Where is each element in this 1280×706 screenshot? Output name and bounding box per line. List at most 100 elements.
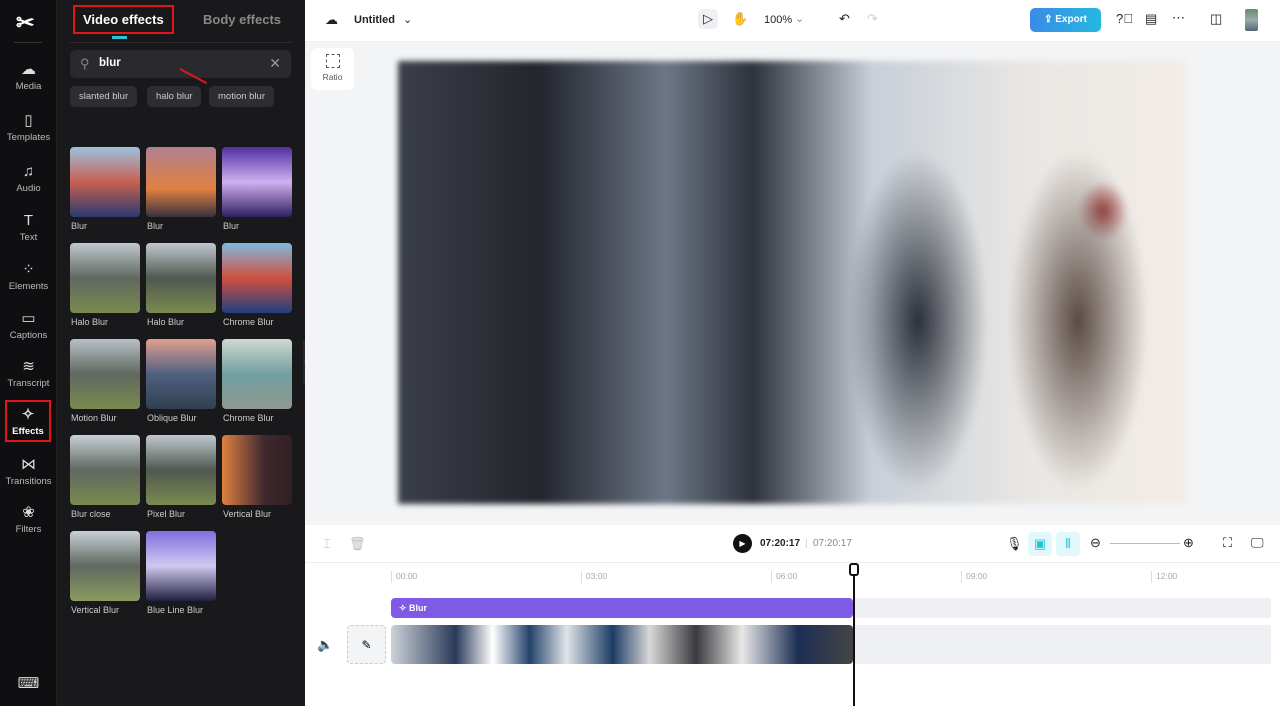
effect-label: Blur (223, 221, 240, 231)
tab-body-effects[interactable]: Body effects (203, 12, 281, 27)
fullscreen-icon[interactable]: ⛶ (1223, 535, 1232, 551)
sidebar-item-transitions[interactable]: ⋈ Transitions (0, 455, 57, 487)
pencil-icon: ✎ (361, 638, 372, 652)
zoom-out-icon[interactable]: ⊖ (1090, 535, 1101, 551)
canvas-area: Ratio (305, 42, 1280, 525)
suggestion-chip[interactable]: slanted blur (70, 86, 138, 107)
sidebar-item-media[interactable]: ☁ Media (0, 60, 57, 92)
effect-card[interactable]: Blur close (70, 435, 140, 519)
sidebar-item-effects[interactable]: ✧ Effects (5, 400, 51, 442)
sidebar-item-audio[interactable]: ♫ Audio (0, 163, 57, 194)
sidebar-item-label: Elements (8, 281, 49, 292)
search-input[interactable]: ⚲ blur ✕ (70, 50, 291, 78)
effect-clip[interactable]: ✧ Blur (391, 598, 853, 618)
effect-card[interactable]: Chrome Blur (222, 339, 292, 423)
sidebar-item-elements[interactable]: ⁘ Elements (0, 260, 57, 292)
tab-video-effects[interactable]: Video effects (73, 5, 174, 34)
effect-card[interactable]: Vertical Blur (70, 531, 140, 615)
effect-card[interactable]: Blur (222, 147, 292, 231)
video-preview[interactable] (398, 61, 1186, 504)
more-icon[interactable]: ⋯ (1172, 10, 1185, 26)
sidebar-item-text[interactable]: T Text (0, 212, 57, 243)
cloud-icon: ☁ (325, 12, 338, 27)
suggestion-chip[interactable]: halo blur (147, 86, 202, 107)
effect-label: Chrome Blur (223, 413, 274, 423)
edit-cover-button[interactable]: ✎ (347, 625, 386, 664)
layout-icon[interactable]: ◫ (1210, 11, 1222, 27)
elements-icon: ⁘ (22, 261, 35, 278)
video-track-bg (853, 625, 1271, 664)
sidebar-item-filters[interactable]: ❀ Filters (0, 503, 57, 535)
effect-label: Vertical Blur (223, 509, 272, 519)
project-title[interactable]: Untitled (354, 14, 395, 26)
delete-icon[interactable]: 🗑 (349, 536, 366, 552)
upload-icon: ⇪ (1044, 14, 1056, 25)
ratio-button[interactable]: Ratio (311, 48, 354, 90)
chevron-down-icon[interactable]: ⌄ (795, 12, 804, 25)
effect-card[interactable]: Halo Blur (70, 243, 140, 327)
effect-card[interactable]: Vertical Blur (222, 435, 292, 519)
effects-panel: Video effects Body effects ⚲ blur ✕ slan… (57, 0, 305, 706)
export-button[interactable]: ⇪ Export (1030, 8, 1101, 32)
sidebar-item-label: Filters (15, 524, 42, 535)
undo-button[interactable]: ↶ (839, 11, 850, 27)
timeline-toolbar: ⌶ 🗑 ▶ 07:20:17 | 07:20:17 🎙 ▣ ⫴ ⊖ ⊕ ⛶ 🖵 (305, 525, 1280, 563)
capcut-logo: ✂ (16, 10, 35, 35)
effect-label: Halo Blur (147, 317, 185, 327)
time-ruler-tick: 09:00 (961, 571, 987, 583)
divider (14, 42, 42, 43)
hand-tool-button[interactable]: ✋ (732, 11, 748, 27)
time-ruler-tick: 00:00 (391, 571, 417, 583)
sidebar-item-label: Text (19, 232, 38, 243)
effect-card[interactable]: Chrome Blur (222, 243, 292, 327)
effect-card[interactable]: Pixel Blur (146, 435, 216, 519)
export-label: Export (1055, 14, 1087, 25)
select-tool-button[interactable]: ▷ (698, 9, 718, 29)
sidebar-item-templates[interactable]: ▯ Templates (0, 111, 57, 143)
zoom-in-icon[interactable]: ⊕ (1183, 535, 1194, 551)
effect-label: Oblique Blur (147, 413, 197, 423)
zoom-level[interactable]: 100% (764, 14, 792, 26)
filters-icon: ❀ (22, 504, 35, 521)
chevron-down-icon[interactable]: ⌄ (403, 13, 412, 26)
sidebar-item-label: Media (15, 81, 42, 92)
video-clip[interactable] (391, 625, 853, 664)
effect-card[interactable]: Blur (146, 147, 216, 231)
link-button[interactable]: ⫴ (1056, 532, 1080, 556)
time-ruler-tick: 03:00 (581, 571, 607, 583)
effect-label: Blue Line Blur (147, 605, 204, 615)
redo-button[interactable]: ↷ (867, 11, 878, 27)
left-rail: ✂ ☁ Media ▯ Templates ♫ Audio T Text ⁘ Elements ▭ C… (0, 0, 57, 706)
sidebar-item-label: Transitions (5, 476, 52, 487)
display-icon[interactable]: 🖵 (1251, 535, 1264, 551)
effect-card[interactable]: Oblique Blur (146, 339, 216, 423)
keyboard-shortcuts-button[interactable]: ⌨ (0, 674, 57, 695)
effect-card[interactable]: Motion Blur (70, 339, 140, 423)
effect-card[interactable]: Blue Line Blur (146, 531, 216, 615)
sidebar-item-captions[interactable]: ▭ Captions (0, 309, 57, 341)
effect-card[interactable]: Halo Blur (146, 243, 216, 327)
transitions-icon: ⋈ (21, 456, 36, 473)
auto-snap-button[interactable]: ▣ (1028, 532, 1052, 556)
playhead-handle[interactable] (849, 563, 859, 576)
effect-label: Vertical Blur (71, 605, 120, 615)
help-icon[interactable]: ?⃝ (1116, 11, 1133, 26)
sidebar-item-transcript[interactable]: ≋ Transcript (0, 357, 57, 389)
sidebar-item-label: Templates (6, 132, 51, 143)
search-value: blur (99, 57, 121, 69)
suggestion-chip[interactable]: motion blur (209, 86, 274, 107)
clear-search-icon[interactable]: ✕ (269, 55, 281, 72)
microphone-icon[interactable]: 🎙 (1006, 536, 1023, 552)
play-button[interactable]: ▶ (733, 534, 752, 553)
current-time: 07:20:17 (760, 538, 801, 549)
playhead[interactable] (853, 563, 855, 706)
avatar[interactable] (1245, 9, 1258, 31)
storage-icon[interactable]: ▤ (1145, 11, 1157, 27)
volume-icon[interactable]: 🔈 (317, 637, 333, 653)
effect-card[interactable]: Blur (70, 147, 140, 231)
effect-track-bg (853, 598, 1271, 618)
time-ruler-tick: 06:00 (771, 571, 797, 583)
split-icon[interactable]: ⌶ (323, 536, 331, 552)
ratio-icon (325, 54, 340, 68)
zoom-slider[interactable] (1110, 543, 1180, 544)
